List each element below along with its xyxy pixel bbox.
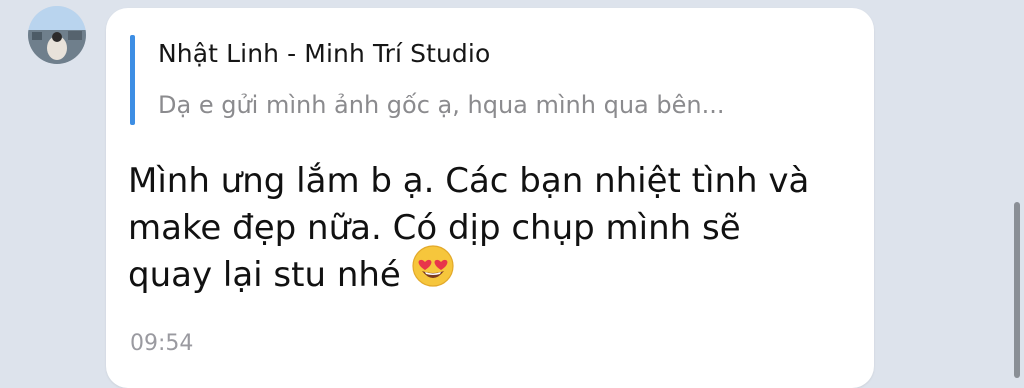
message-line: make đẹp nữa. Có dịp chụp mình sẽ [128,208,741,248]
reply-quote[interactable]: Nhật Linh - Minh Trí Studio Dạ e gửi mìn… [130,35,830,125]
message-line: Mình ưng lắm b ạ. Các bạn nhiệt tình và [128,161,810,201]
message-timestamp: 09:54 [130,331,194,356]
scrollbar-thumb[interactable] [1014,202,1020,378]
message-text: Mình ưng lắm b ạ. Các bạn nhiệt tình và … [128,158,828,301]
reply-preview-text: Dạ e gửi mình ảnh gốc ạ, hqua mình qua b… [158,91,725,119]
message-line-text: quay lại stu nhé [128,255,401,295]
message-line-last: quay lại stu nhé [128,245,828,301]
avatar-photo [28,6,86,64]
avatar[interactable] [28,6,86,64]
reply-accent-bar [130,35,135,125]
heart-eyes-emoji-icon [411,244,455,301]
message-bubble[interactable]: Nhật Linh - Minh Trí Studio Dạ e gửi mìn… [106,8,874,388]
reply-sender-name: Nhật Linh - Minh Trí Studio [158,39,491,68]
